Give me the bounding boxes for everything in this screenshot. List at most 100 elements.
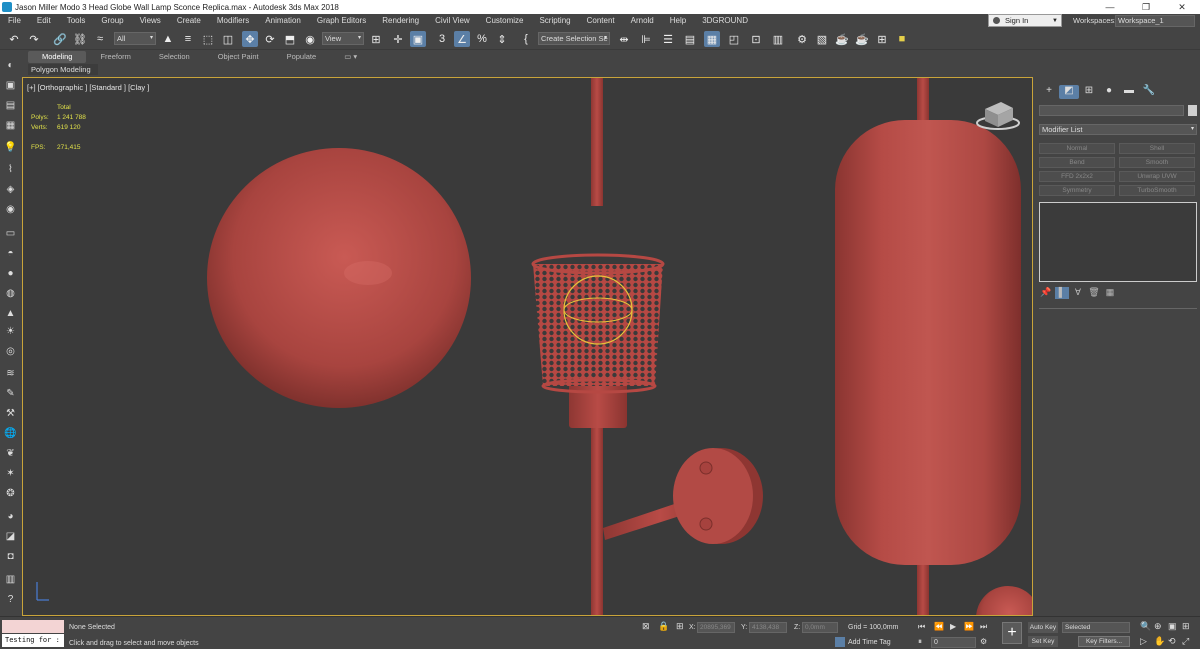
percent-snap-icon[interactable]: % bbox=[474, 31, 490, 47]
utilities-tab-icon[interactable]: 🔧 bbox=[1139, 85, 1159, 99]
render-element-icon[interactable]: ◪ bbox=[3, 529, 18, 543]
helper-icon[interactable]: ◈ bbox=[3, 182, 18, 196]
add-time-tag-button[interactable]: Add Time Tag bbox=[835, 637, 891, 647]
pan-icon[interactable]: ✋ bbox=[1154, 636, 1165, 647]
select-by-name-icon[interactable]: ≡ bbox=[180, 31, 196, 47]
modifier-symmetry-button[interactable]: Symmetry bbox=[1039, 185, 1115, 196]
menu-help[interactable]: Help bbox=[662, 14, 694, 28]
menu-arnold[interactable]: Arnold bbox=[623, 14, 662, 28]
material-sphere-icon[interactable]: ◎ bbox=[3, 344, 18, 358]
polygon-modeling-panel[interactable]: Polygon Modeling bbox=[28, 64, 98, 75]
unlink-icon[interactable]: ⛓ bbox=[72, 31, 88, 47]
set-keys-icon[interactable]: + bbox=[1002, 622, 1022, 644]
play-icon[interactable]: ▶ bbox=[950, 622, 956, 631]
previous-frame-icon[interactable]: ⏪ bbox=[934, 622, 944, 631]
menu-edit[interactable]: Edit bbox=[29, 14, 59, 28]
close-button[interactable]: ✕ bbox=[1164, 0, 1200, 14]
modify-tab-icon[interactable]: ◩ bbox=[1059, 85, 1079, 99]
render-setup-icon[interactable]: ⚙ bbox=[794, 31, 810, 47]
zoom-all-icon[interactable]: ⊕ bbox=[1154, 621, 1162, 632]
snaps-toggle-icon[interactable]: 3 bbox=[434, 31, 450, 47]
material-editor-icon[interactable]: ▥ bbox=[770, 31, 786, 47]
edit-named-selection-icon[interactable]: { bbox=[518, 31, 534, 47]
absolute-mode-icon[interactable]: ⊞ bbox=[676, 621, 684, 632]
make-unique-icon[interactable]: ∀ bbox=[1071, 287, 1085, 299]
configure-modifier-sets-icon[interactable]: ▦ bbox=[1103, 287, 1117, 299]
pivot-center-icon[interactable]: ⊞ bbox=[368, 31, 384, 47]
menu-content[interactable]: Content bbox=[579, 14, 623, 28]
select-and-scale-icon[interactable]: ⬒ bbox=[282, 31, 298, 47]
3dground-tool-icon[interactable]: ■ bbox=[894, 31, 910, 47]
menu-group[interactable]: Group bbox=[93, 14, 131, 28]
select-and-place-icon[interactable]: ◉ bbox=[302, 31, 318, 47]
render-production-icon[interactable]: ☕ bbox=[834, 31, 850, 47]
keyboard-shortcut-override-icon[interactable]: ▣ bbox=[410, 31, 426, 47]
maxscript-listener-output[interactable] bbox=[2, 620, 64, 633]
toggle-scene-explorer-icon[interactable]: ☰ bbox=[660, 31, 676, 47]
menu-civil-view[interactable]: Civil View bbox=[427, 14, 478, 28]
undo-icon[interactable]: ↶ bbox=[6, 31, 22, 47]
motion-tab-icon[interactable]: ● bbox=[1099, 85, 1119, 99]
curve-editor-icon[interactable]: ◰ bbox=[726, 31, 742, 47]
camera-icon[interactable]: ◘ bbox=[3, 549, 18, 563]
manipulate-icon[interactable]: ✛ bbox=[390, 31, 406, 47]
key-selection-dropdown[interactable]: Selected bbox=[1062, 622, 1130, 633]
next-frame-icon[interactable]: ⏩ bbox=[964, 622, 974, 631]
viewport-layout-icon[interactable]: ◐ bbox=[3, 58, 18, 72]
zoom-icon[interactable]: 🔍 bbox=[1140, 621, 1151, 632]
menu-rendering[interactable]: Rendering bbox=[374, 14, 427, 28]
modifier-turbosmooth-button[interactable]: TurboSmooth bbox=[1119, 185, 1195, 196]
menu-tools[interactable]: Tools bbox=[59, 14, 94, 28]
geosphere-icon[interactable]: ◍ bbox=[3, 286, 18, 300]
z-coordinate-field[interactable]: 0,0mm bbox=[802, 622, 838, 633]
window-crossing-icon[interactable]: ◫ bbox=[220, 31, 236, 47]
rectangular-selection-icon[interactable]: ⬚ bbox=[200, 31, 216, 47]
go-to-start-icon[interactable]: ⏮ bbox=[918, 622, 925, 632]
menu-animation[interactable]: Animation bbox=[257, 14, 309, 28]
globe-icon[interactable]: 🌐 bbox=[3, 426, 18, 440]
modifier-unwrap-uvw-button[interactable]: Unwrap UVW bbox=[1119, 171, 1195, 182]
maximize-viewport-icon[interactable]: ⤢ bbox=[1182, 636, 1189, 647]
modifier-stack-list[interactable] bbox=[1039, 202, 1197, 282]
sun-light-icon[interactable]: ☀ bbox=[3, 324, 18, 338]
paint-icon[interactable]: ✎ bbox=[3, 386, 18, 400]
tab-object-paint[interactable]: Object Paint bbox=[204, 51, 273, 63]
menu-file[interactable]: File bbox=[0, 14, 29, 28]
schematic-view-icon[interactable]: ⊡ bbox=[748, 31, 764, 47]
layer-icon[interactable]: ▦ bbox=[3, 118, 18, 132]
menu-scripting[interactable]: Scripting bbox=[531, 14, 578, 28]
create-tab-icon[interactable]: + bbox=[1039, 85, 1059, 99]
key-mode-icon[interactable]: ⏸ bbox=[918, 637, 922, 647]
redo-icon[interactable]: ↷ bbox=[26, 31, 42, 47]
misc-tool-icon[interactable]: ▥ bbox=[3, 572, 18, 586]
toggle-ribbon-icon[interactable]: ▦ bbox=[704, 31, 720, 47]
current-frame-field[interactable]: 0 bbox=[931, 637, 976, 648]
menu-customize[interactable]: Customize bbox=[478, 14, 532, 28]
tab-freeform[interactable]: Freeform bbox=[86, 51, 144, 63]
particle-icon[interactable]: ❂ bbox=[3, 486, 18, 500]
set-key-button[interactable]: Set Key bbox=[1028, 636, 1058, 647]
show-end-result-icon[interactable]: ▌ bbox=[1055, 287, 1069, 299]
reference-coordinate-dropdown[interactable]: View bbox=[322, 32, 364, 45]
display-tab-icon[interactable]: ▬ bbox=[1119, 85, 1139, 99]
menu-3dground[interactable]: 3DGROUND bbox=[694, 14, 756, 28]
menu-graph-editors[interactable]: Graph Editors bbox=[309, 14, 374, 28]
rendered-frame-window-icon[interactable]: ▧ bbox=[814, 31, 830, 47]
render-icon[interactable]: ◉ bbox=[3, 202, 18, 216]
perspective-viewport[interactable]: [+] [Orthographic ] [Standard ] [Clay ] … bbox=[22, 77, 1033, 616]
zoom-extents-icon[interactable]: ▣ bbox=[1168, 621, 1177, 632]
modifier-bend-button[interactable]: Bend bbox=[1039, 157, 1115, 168]
maximize-button[interactable]: ❐ bbox=[1128, 0, 1164, 14]
modifier-normal-button[interactable]: Normal bbox=[1039, 143, 1115, 154]
remove-modifier-icon[interactable]: 🗑 bbox=[1087, 287, 1101, 299]
lock-selection-icon[interactable]: 🔒 bbox=[658, 621, 669, 632]
hair-fur-icon[interactable]: ≋ bbox=[3, 366, 18, 380]
modifier-smooth-button[interactable]: Smooth bbox=[1119, 157, 1195, 168]
tab-modeling[interactable]: Modeling bbox=[28, 51, 87, 63]
auto-key-button[interactable]: Auto Key bbox=[1028, 622, 1058, 633]
key-filters-button[interactable]: Key Filters... bbox=[1078, 636, 1130, 647]
tab-selection[interactable]: Selection bbox=[145, 51, 204, 63]
link-icon[interactable]: 🔗 bbox=[52, 31, 68, 47]
go-to-end-icon[interactable]: ⏭ bbox=[980, 622, 987, 632]
named-selection-set-dropdown[interactable]: Create Selection Se bbox=[538, 32, 610, 45]
